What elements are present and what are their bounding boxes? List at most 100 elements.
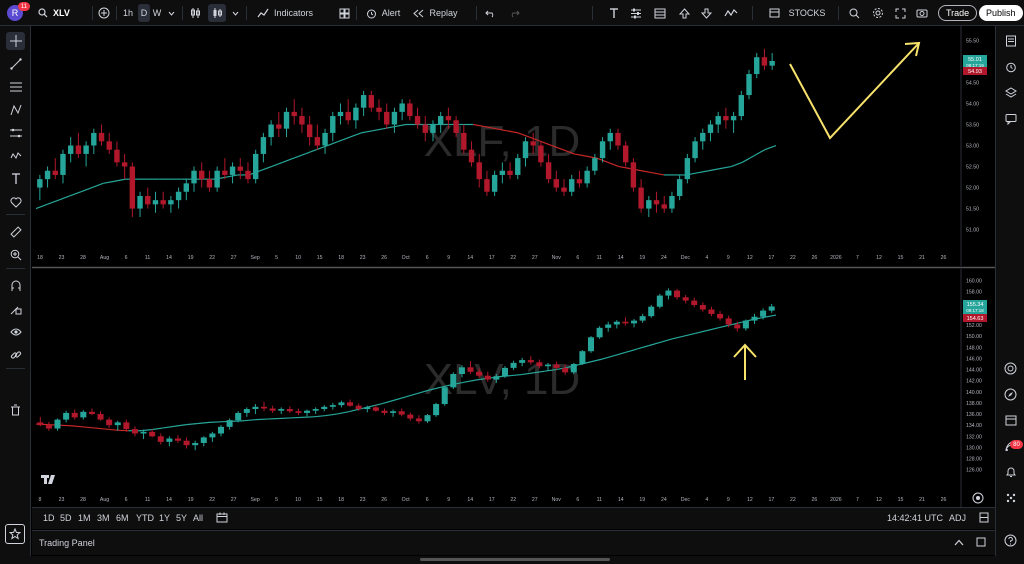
candle-body bbox=[579, 351, 586, 364]
range-all[interactable]: All bbox=[193, 513, 203, 523]
divider bbox=[476, 6, 477, 20]
interval-w[interactable]: W bbox=[151, 4, 163, 22]
lock-drawings-tool[interactable] bbox=[6, 300, 25, 318]
trading-panel-tab[interactable]: Trading Panel bbox=[39, 538, 95, 548]
measure-tool[interactable] bbox=[6, 223, 25, 241]
moving-average-segment bbox=[372, 128, 384, 132]
lock-draw-icon bbox=[10, 306, 21, 315]
range-5y[interactable]: 5Y bbox=[176, 513, 187, 523]
candle bbox=[407, 99, 413, 121]
adjust-data-toggle[interactable]: ADJ bbox=[949, 513, 966, 523]
replay-button[interactable]: Replay bbox=[412, 4, 458, 22]
symbol-search-button[interactable]: XLV bbox=[34, 4, 94, 22]
watchlist-widget[interactable] bbox=[1001, 32, 1020, 50]
redo-button[interactable] bbox=[506, 4, 522, 22]
hide-drawings-tool[interactable] bbox=[6, 323, 25, 341]
data-window-widget[interactable] bbox=[1001, 84, 1020, 102]
quick-search-button[interactable] bbox=[846, 4, 862, 22]
range-6m[interactable]: 6M bbox=[116, 513, 129, 523]
text-tool-button[interactable] bbox=[606, 4, 622, 22]
help-widget[interactable] bbox=[1001, 531, 1020, 549]
publish-button[interactable]: Publish bbox=[979, 5, 1023, 21]
indicators-button[interactable]: Indicators bbox=[254, 4, 316, 22]
candle-body bbox=[88, 411, 95, 415]
candle bbox=[622, 141, 629, 167]
divider bbox=[752, 6, 753, 20]
price-scale-label: 150.00 bbox=[966, 334, 982, 340]
range-1m[interactable]: 1M bbox=[78, 513, 91, 523]
panel-collapse-button[interactable] bbox=[954, 538, 964, 549]
drawing-v-shape[interactable] bbox=[789, 42, 920, 140]
settings-button[interactable] bbox=[870, 4, 886, 22]
notifications-widget[interactable] bbox=[1001, 463, 1020, 481]
remove-drawings-tool[interactable] bbox=[6, 401, 25, 419]
arrow-down-tool-button[interactable] bbox=[698, 4, 714, 22]
fib-tool[interactable] bbox=[6, 78, 25, 96]
watchlist-selector[interactable]: STOCKS bbox=[764, 4, 830, 22]
candle-body bbox=[484, 179, 490, 192]
moving-average-segment bbox=[405, 392, 418, 398]
range-1d[interactable]: 1D bbox=[43, 513, 55, 523]
magnet-tool[interactable] bbox=[6, 277, 25, 295]
calendar-widget[interactable] bbox=[1001, 411, 1020, 429]
text-tool[interactable] bbox=[6, 170, 25, 188]
price-scale-label: 51.00 bbox=[966, 228, 979, 234]
pattern-tool[interactable] bbox=[6, 101, 25, 119]
snapshot-button[interactable] bbox=[914, 4, 930, 22]
candle bbox=[129, 162, 136, 217]
moving-average-segment bbox=[197, 421, 210, 425]
chart-canvas[interactable]: XLF, 1D 55.5055.0054.5054.0053.5053.0052… bbox=[32, 26, 995, 507]
moving-average-segment bbox=[35, 203, 48, 210]
candle bbox=[52, 158, 58, 180]
alerts-widget[interactable] bbox=[1001, 58, 1020, 76]
favorites-star-button[interactable] bbox=[5, 524, 25, 544]
layouts-button[interactable] bbox=[336, 4, 352, 22]
range-5d[interactable]: 5D bbox=[60, 513, 72, 523]
go-to-date-button[interactable] bbox=[216, 512, 228, 525]
candle-body bbox=[665, 290, 672, 296]
products-widget[interactable] bbox=[1001, 489, 1020, 507]
undo-button[interactable] bbox=[482, 4, 498, 22]
widget-bar: 80 bbox=[995, 26, 1024, 556]
grid-icon bbox=[1006, 493, 1015, 503]
range-ytd[interactable]: YTD bbox=[136, 513, 154, 523]
link-tool[interactable] bbox=[6, 346, 25, 364]
interval-d[interactable]: D bbox=[138, 4, 150, 22]
interval-dropdown[interactable] bbox=[166, 4, 176, 22]
candle-body bbox=[717, 313, 724, 319]
brush-tool[interactable] bbox=[6, 147, 25, 165]
time-scale-label: 15 bbox=[898, 497, 904, 503]
bar-style-button[interactable] bbox=[188, 4, 204, 22]
chats-widget[interactable] bbox=[1001, 110, 1020, 128]
candle bbox=[269, 405, 276, 413]
fullscreen-button[interactable] bbox=[892, 4, 908, 22]
trend-line-tool[interactable] bbox=[6, 55, 25, 73]
screener-widget[interactable] bbox=[1001, 359, 1020, 377]
time-axis-settings[interactable] bbox=[972, 492, 984, 504]
interval-1h[interactable]: 1h bbox=[120, 4, 136, 22]
moving-average-segment bbox=[174, 424, 187, 427]
crosshair-tool[interactable] bbox=[6, 32, 25, 50]
compare-symbol-button[interactable] bbox=[96, 4, 112, 22]
sliders-tool-button[interactable] bbox=[628, 4, 644, 22]
candles-style-button[interactable] bbox=[208, 4, 226, 22]
favorites-tool[interactable] bbox=[6, 193, 25, 211]
arrow-up-tool-button[interactable] bbox=[676, 4, 692, 22]
path-tool-button[interactable] bbox=[722, 4, 740, 22]
range-3m[interactable]: 3M bbox=[97, 513, 110, 523]
zoom-tool[interactable] bbox=[6, 246, 25, 264]
time-scale-label: Aug bbox=[100, 255, 109, 261]
chart-type-dropdown[interactable] bbox=[230, 4, 240, 22]
prediction-tool[interactable] bbox=[6, 124, 25, 142]
panel-maximize-button[interactable] bbox=[976, 537, 986, 550]
range-1y[interactable]: 1Y bbox=[159, 513, 170, 523]
time-scale-label: 18 bbox=[338, 255, 344, 261]
clock-timezone[interactable]: 14:42:41 UTC bbox=[887, 513, 943, 523]
layout-toggle[interactable] bbox=[979, 512, 989, 525]
alert-button[interactable]: Alert bbox=[362, 4, 404, 22]
candle bbox=[145, 187, 151, 209]
object-tree-button[interactable] bbox=[652, 4, 668, 22]
ideas-widget[interactable] bbox=[1001, 385, 1020, 403]
chart-area[interactable]: XLF, 1D 55.5055.0054.5054.0053.5053.0052… bbox=[32, 26, 995, 507]
trade-button[interactable]: Trade bbox=[938, 5, 978, 21]
